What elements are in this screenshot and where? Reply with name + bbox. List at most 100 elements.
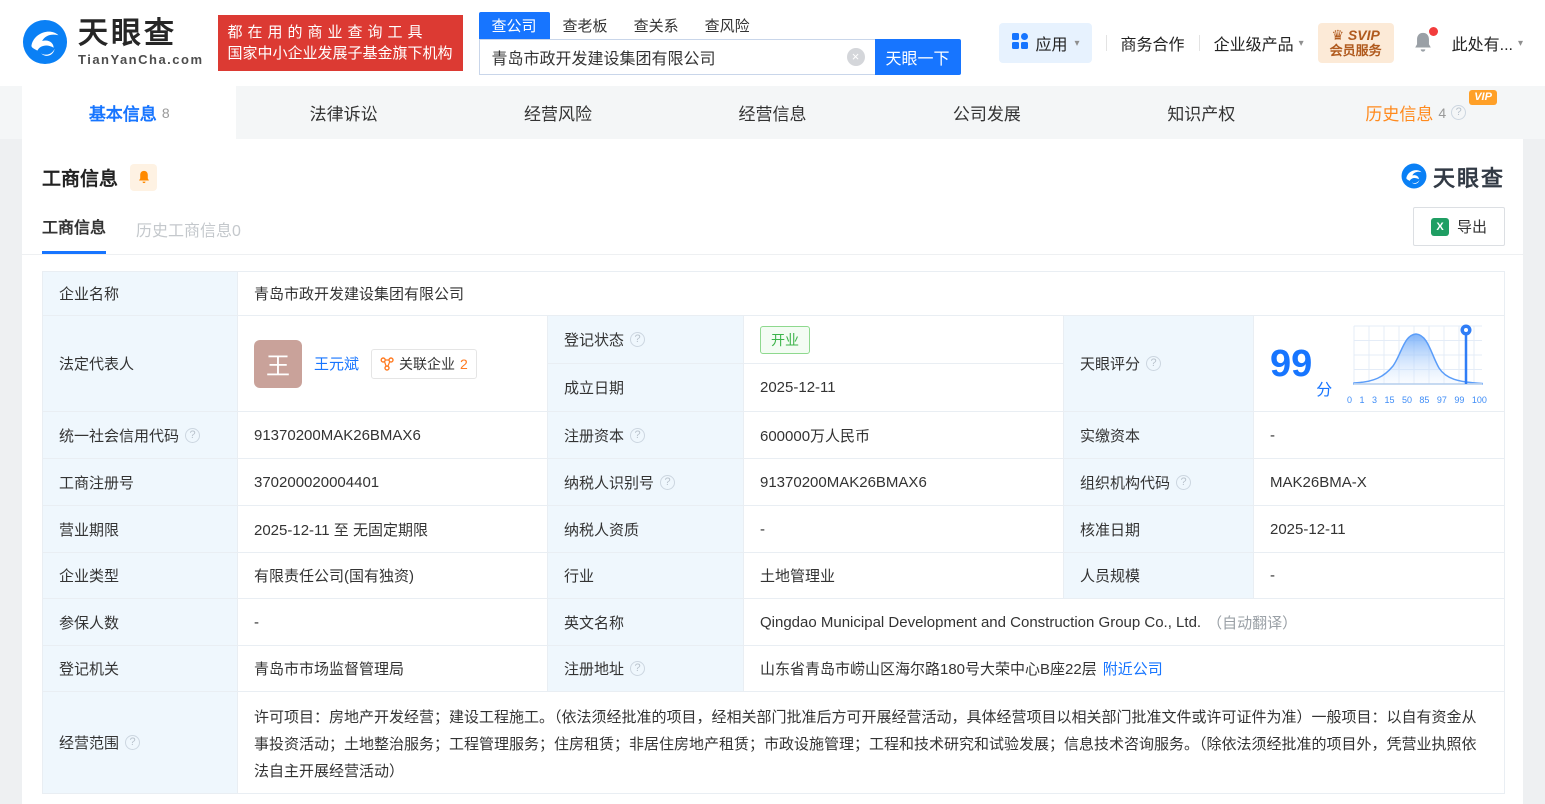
label-text: 企业类型 [59, 568, 120, 585]
help-icon[interactable]: ? [1176, 474, 1192, 490]
tab-operation-info[interactable]: 经营信息 [665, 86, 879, 139]
tab-label: 基本信息 [88, 105, 157, 124]
help-icon[interactable]: ? [630, 332, 646, 347]
help-icon[interactable]: ? [1146, 356, 1162, 371]
search-tabs: 查公司 查老板 查关系 查风险 [478, 11, 961, 39]
field-label-english-name: 英文名称 [548, 599, 744, 646]
subtab-history-business-info[interactable]: 历史工商信息0 [136, 217, 241, 254]
brand-domain: TianYanCha.com [78, 52, 204, 67]
field-label-reg-status: 登记状态 ? [548, 316, 744, 364]
tab-label: 经营信息 [738, 105, 807, 124]
field-value-reg-capital: 600000万人民币 [744, 412, 1064, 459]
field-value-industry: 土地管理业 [744, 553, 1064, 599]
search-tab-risk[interactable]: 查风险 [692, 12, 763, 39]
label-text: 统一社会信用代码 [59, 427, 180, 445]
svip-member-entry[interactable]: ♛ SVIP 会员服务 [1317, 23, 1394, 63]
field-value-taxpayer-id: 91370200MAK26BMAX6 [744, 459, 1064, 506]
value-text: 2025-12-11 至 无固定期限 [254, 521, 428, 539]
export-label: 导出 [1456, 219, 1487, 236]
field-value-company-type: 有限责任公司(国有独资) [238, 553, 548, 599]
field-value-legal-rep: 王 王元斌 关联企业 2 [238, 316, 548, 412]
field-label-staff-size: 人员规模 [1064, 553, 1254, 599]
help-icon[interactable]: ? [1451, 105, 1467, 120]
notification-bell[interactable] [1412, 26, 1438, 57]
help-icon[interactable]: ? [125, 735, 141, 750]
top-header: 天眼查 TianYanCha.com 都在用的商业查询工具 国家中小企业发展子基… [0, 0, 1545, 86]
subtab-count: 0 [232, 223, 241, 240]
label-text: 纳税人资质 [564, 521, 640, 539]
value-text: - [254, 613, 259, 631]
brand-name: 天眼查 [78, 17, 177, 50]
help-icon[interactable]: ? [660, 474, 676, 490]
subscribe-bell-button[interactable] [130, 163, 158, 191]
value-text: 青岛市市场监督管理局 [254, 661, 405, 678]
tab-label: 法律诉讼 [309, 105, 378, 124]
field-value-credit-code: 91370200MAK26BMAX6 [238, 412, 548, 459]
help-icon[interactable]: ? [630, 661, 646, 676]
field-label-reg-address: 注册地址 ? [548, 646, 744, 692]
value-text: 青岛市政开发建设集团有限公司 [254, 286, 465, 303]
score-distribution-chart: 0 1 3 15 50 85 97 99 100 [1346, 322, 1488, 405]
tab-legal-proceedings[interactable]: 法律诉讼 [236, 86, 450, 139]
field-label-business-term: 营业期限 [43, 506, 238, 553]
divider [1105, 35, 1107, 51]
enterprise-products-link[interactable]: 企业级产品 ▾ [1214, 31, 1304, 55]
tab-basic-info[interactable]: 基本信息 8 [22, 86, 237, 139]
field-label-company-type: 企业类型 [43, 553, 238, 599]
value-text: 600000万人民币 [760, 427, 871, 445]
search-button[interactable]: 天眼一下 [874, 38, 961, 75]
label-text: 核准日期 [1080, 521, 1141, 539]
label-text: 成立日期 [564, 380, 625, 397]
value-text: 2025-12-11 [760, 379, 836, 396]
field-label-business-scope: 经营范围 ? [43, 692, 238, 794]
tianyancha-logo[interactable]: 天眼查 TianYanCha.com [22, 19, 204, 68]
field-value-business-scope: 许可项目：房地产开发经营；建设工程施工。（依法须经批准的项目，经相关部门批准后方… [238, 692, 1505, 794]
business-coop-link[interactable]: 商务合作 [1121, 31, 1185, 55]
search-tab-boss[interactable]: 查老板 [550, 12, 621, 39]
field-value-tyc-score[interactable]: 99 分 0 1 3 15 50 85 97 99 100 [1254, 316, 1505, 412]
label-text: 组织机构代码 [1080, 474, 1171, 492]
company-nav-tabs: 基本信息 8 法律诉讼 经营风险 经营信息 公司发展 知识产权 VIP 历史信息… [0, 86, 1545, 139]
business-info-table: 企业名称 青岛市政开发建设集团有限公司 法定代表人 王 王元斌 关联企业 2 登… [42, 271, 1505, 794]
value-text: MAK26BMA-X [1270, 473, 1367, 491]
tab-company-development[interactable]: 公司发展 [880, 86, 1094, 139]
user-menu[interactable]: 此处有... ▾ [1452, 31, 1523, 55]
related-companies-badge[interactable]: 关联企业 2 [371, 348, 477, 379]
svip-sublabel: 会员服务 [1329, 43, 1382, 58]
svip-crown-icon: ♛ [1331, 27, 1344, 43]
value-text: 91370200MAK26BMAX6 [254, 426, 421, 444]
apps-menu[interactable]: 应用 ▾ [998, 23, 1092, 63]
tab-operation-risk[interactable]: 经营风险 [451, 86, 665, 139]
clear-icon[interactable]: × [846, 47, 865, 66]
value-text: 有限责任公司(国有独资) [254, 568, 414, 585]
label-text: 实缴资本 [1080, 427, 1141, 445]
tab-label: 知识产权 [1167, 105, 1236, 124]
field-label-insured-count: 参保人数 [43, 599, 238, 646]
label-text: 参保人数 [59, 614, 120, 632]
legal-rep-name-link[interactable]: 王元斌 [314, 353, 359, 374]
nearby-companies-link[interactable]: 附近公司 [1103, 658, 1163, 679]
tab-intellectual-property[interactable]: 知识产权 [1094, 86, 1308, 139]
field-value-reg-authority: 青岛市市场监督管理局 [238, 646, 548, 692]
legal-rep-avatar[interactable]: 王 [254, 339, 302, 388]
score-unit: 分 [1316, 382, 1333, 399]
tab-history-info[interactable]: VIP 历史信息 4 ? [1309, 86, 1523, 139]
search-block: 查公司 查老板 查关系 查风险 × 天眼一下 [478, 11, 961, 75]
help-icon[interactable]: ? [630, 427, 646, 443]
help-icon[interactable]: ? [185, 427, 201, 443]
subtab-business-info[interactable]: 工商信息 [42, 214, 107, 254]
caret-down-icon: ▾ [1074, 37, 1080, 49]
enterprise-products-label: 企业级产品 [1213, 37, 1294, 54]
tab-count: 4 [1438, 104, 1447, 121]
related-count: 2 [460, 355, 468, 372]
search-input[interactable] [478, 38, 875, 75]
search-tab-relation[interactable]: 查关系 [621, 12, 692, 39]
auto-translate-note: （自动翻译） [1207, 614, 1298, 632]
field-value-english-name: Qingdao Municipal Development and Constr… [744, 599, 1505, 646]
search-tab-company[interactable]: 查公司 [478, 11, 550, 39]
field-label-approval-date: 核准日期 [1064, 506, 1254, 553]
label-text: 人员规模 [1080, 568, 1141, 585]
field-label-company-name: 企业名称 [43, 272, 238, 316]
label-text: 纳税人识别号 [564, 474, 655, 492]
export-button[interactable]: X 导出 [1412, 207, 1505, 246]
